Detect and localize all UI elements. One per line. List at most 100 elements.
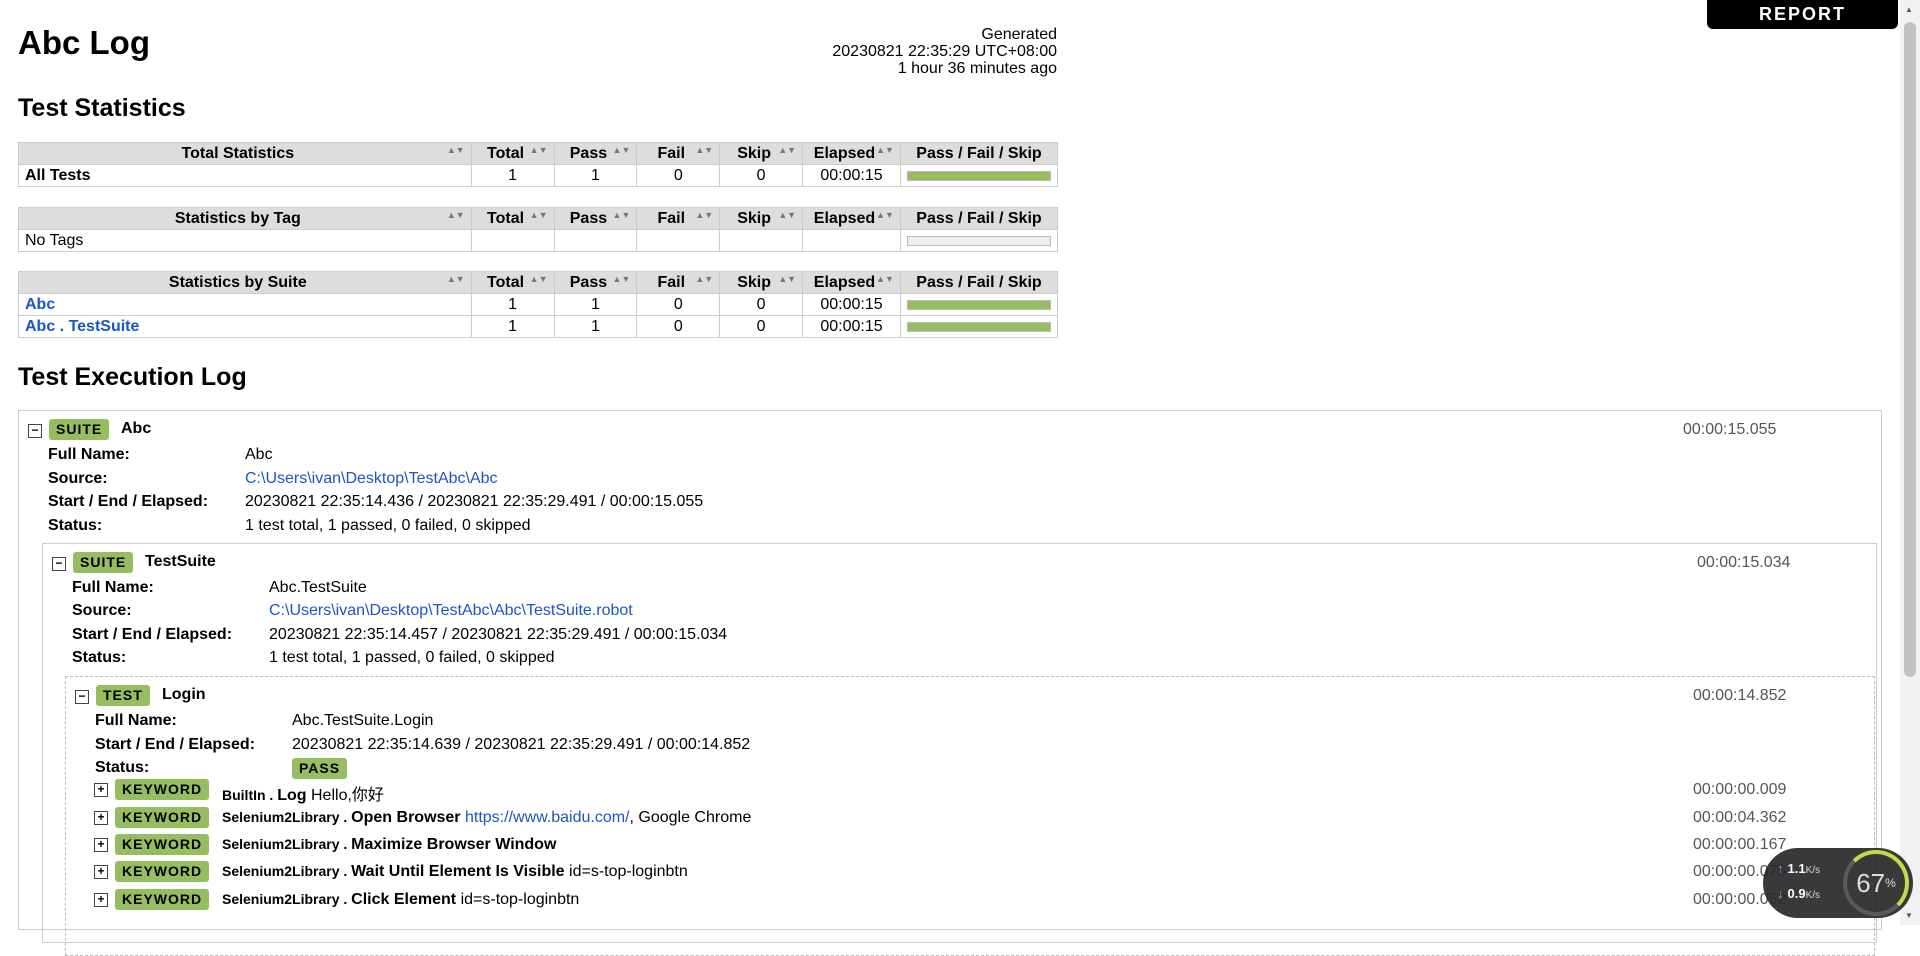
col-header-pass[interactable]: Pass ▲▼ (553, 207, 638, 230)
keyword-name: Click Element (351, 891, 457, 908)
meta-value: 20230821 22:35:14.436 / 20230821 22:35:2… (245, 493, 704, 510)
stat-fail: 0 (636, 315, 721, 338)
source-link[interactable]: C:\Users\ivan\Desktop\TestAbc\Abc\TestSu… (269, 602, 633, 620)
meta-label: Start / End / Elapsed: (48, 493, 209, 510)
keyword-elapsed: 00:00:00.009 (1693, 781, 1787, 798)
collapse-toggle[interactable]: − (28, 424, 42, 438)
stat-total: 1 (470, 315, 555, 338)
keyword-row[interactable]: + KEYWORD BuiltIn . Log Hello,你好 00:00:0… (66, 779, 1866, 804)
sort-icon: ▲▼ (529, 210, 548, 220)
sort-icon: ▲▼ (446, 210, 465, 220)
meta-label: Full Name: (95, 712, 177, 729)
suite-statistics-table: Statistics by Suite ▲▼ Total ▲▼ Pass ▲▼ Fai… (18, 271, 1059, 338)
meta-label: Status: (95, 759, 150, 776)
meta-value: 20230821 22:35:14.639 / 20230821 22:35:2… (292, 736, 751, 753)
suite-container: − SUITE TestSuite 00:00:15.034 Full Name… (42, 543, 1877, 956)
col-header-pass[interactable]: Pass ▲▼ (553, 271, 638, 294)
scrollbar-thumb[interactable] (1904, 22, 1916, 677)
report-button[interactable]: REPORT (1707, 0, 1898, 29)
expand-toggle[interactable]: + (94, 783, 108, 797)
download-speed: ↓ 0.9K/s (1777, 886, 1821, 901)
vertical-scrollbar[interactable]: ▲ ▼ (1900, 0, 1920, 925)
scroll-up-icon[interactable]: ▲ (1905, 5, 1913, 14)
col-header-total[interactable]: Total ▲▼ (470, 271, 555, 294)
keyword-text: BuiltIn . Log Hello,你好 (222, 787, 384, 804)
test-elapsed: 00:00:14.852 (1693, 687, 1787, 704)
table-row: No Tags (18, 229, 1059, 252)
col-header-name[interactable]: Total Statistics ▲▼ (18, 142, 472, 165)
empty-bar (906, 235, 1051, 246)
sort-icon: ▲▼ (876, 274, 894, 284)
stat-fail (636, 229, 721, 252)
meta-value: Abc.TestSuite (269, 579, 367, 596)
col-header-fail[interactable]: Fail ▲▼ (636, 271, 721, 294)
col-header-name[interactable]: Statistics by Suite ▲▼ (18, 271, 472, 294)
keyword-row[interactable]: + KEYWORD Selenium2Library . Maximize Br… (66, 834, 1866, 858)
keyword-args: id=s-top-loginbtn (460, 891, 580, 908)
keyword-badge: KEYWORD (115, 889, 210, 910)
col-header-elapsed[interactable]: Elapsed ▲▼ (802, 142, 901, 165)
collapse-toggle[interactable]: − (52, 557, 66, 571)
meta-label: Full Name: (72, 579, 154, 596)
test-name[interactable]: Login (162, 686, 206, 704)
keyword-library: BuiltIn (222, 787, 266, 803)
generated-timestamp: 20230821 22:35:29 UTC+08:00 (832, 43, 1057, 60)
collapse-toggle[interactable]: − (75, 690, 89, 704)
stat-graph (899, 229, 1059, 252)
upload-speed: ↑ 1.1K/s (1777, 861, 1821, 876)
col-header-skip[interactable]: Skip ▲▼ (719, 207, 804, 230)
table-header-row: Statistics by Suite ▲▼ Total ▲▼ Pass ▲▼ Fai… (18, 271, 1059, 294)
expand-toggle[interactable]: + (94, 811, 108, 825)
stat-pass: 1 (553, 293, 638, 316)
keyword-badge: KEYWORD (115, 779, 210, 800)
source-link[interactable]: C:\Users\ivan\Desktop\TestAbc\Abc (245, 470, 498, 488)
expand-toggle[interactable]: + (94, 838, 108, 852)
table-row: Abc 1 1 0 0 00:00:15 (18, 293, 1059, 316)
col-header-total[interactable]: Total ▲▼ (470, 207, 555, 230)
col-header-skip[interactable]: Skip ▲▼ (719, 142, 804, 165)
col-header-graph[interactable]: Pass / Fail / Skip (899, 142, 1059, 165)
col-header-elapsed[interactable]: Elapsed ▲▼ (802, 207, 901, 230)
test-container: − TEST Login 00:00:14.852 Full Name: Abc… (65, 676, 1875, 956)
upload-arrow-icon: ↑ (1777, 861, 1784, 876)
stat-fail: 0 (636, 164, 721, 187)
test-badge: TEST (96, 685, 150, 706)
meta-value: 20230821 22:35:14.457 / 20230821 22:35:2… (269, 626, 728, 643)
log-page: REPORT Abc Log Generated 20230821 22:35:… (0, 0, 1900, 956)
stat-graph (899, 293, 1059, 316)
expand-toggle[interactable]: + (94, 865, 108, 879)
col-header-graph[interactable]: Pass / Fail / Skip (899, 207, 1059, 230)
suite-link-abc[interactable]: Abc (25, 296, 55, 313)
network-speed-widget[interactable]: ↑ 1.1K/s ↓ 0.9K/s 67% (1763, 848, 1913, 918)
col-header-elapsed[interactable]: Elapsed ▲▼ (802, 271, 901, 294)
suite-link-testsuite[interactable]: Abc . TestSuite (25, 318, 139, 335)
test-statistics-heading: Test Statistics (18, 94, 186, 122)
stat-name: All Tests (18, 164, 472, 187)
keyword-row[interactable]: + KEYWORD Selenium2Library . Open Browse… (66, 807, 1866, 831)
pass-bar-fill (907, 322, 1050, 331)
meta-value: 1 test total, 1 passed, 0 failed, 0 skip… (245, 517, 531, 534)
suite-name[interactable]: TestSuite (145, 553, 216, 571)
col-header-total[interactable]: Total ▲▼ (470, 142, 555, 165)
meta-label: Start / End / Elapsed: (95, 736, 256, 753)
keyword-row[interactable]: + KEYWORD Selenium2Library . Wait Until … (66, 861, 1866, 885)
keyword-arg-link[interactable]: https://www.baidu.com/ (465, 809, 630, 826)
total-statistics-table: Total Statistics ▲▼ Total ▲▼ Pass ▲▼ Fail ▲▼… (18, 142, 1059, 187)
col-header-skip[interactable]: Skip ▲▼ (719, 271, 804, 294)
col-header-name[interactable]: Statistics by Tag ▲▼ (18, 207, 472, 230)
stat-skip: 0 (719, 293, 804, 316)
stat-graph (899, 164, 1059, 187)
col-header-fail[interactable]: Fail ▲▼ (636, 142, 721, 165)
col-header-graph[interactable]: Pass / Fail / Skip (899, 271, 1059, 294)
keyword-elapsed: 00:00:00.167 (1693, 836, 1787, 853)
suite-name[interactable]: Abc (121, 420, 151, 438)
scroll-down-icon[interactable]: ▼ (1905, 911, 1913, 920)
sort-icon: ▲▼ (695, 274, 714, 284)
keyword-row[interactable]: + KEYWORD Selenium2Library . Click Eleme… (66, 889, 1866, 913)
col-header-fail[interactable]: Fail ▲▼ (636, 207, 721, 230)
col-header-pass[interactable]: Pass ▲▼ (553, 142, 638, 165)
meta-value: Abc.TestSuite.Login (292, 712, 434, 729)
expand-toggle[interactable]: + (94, 893, 108, 907)
stat-name: Abc . TestSuite (18, 315, 472, 338)
memory-usage-gauge: 67% (1843, 850, 1909, 916)
